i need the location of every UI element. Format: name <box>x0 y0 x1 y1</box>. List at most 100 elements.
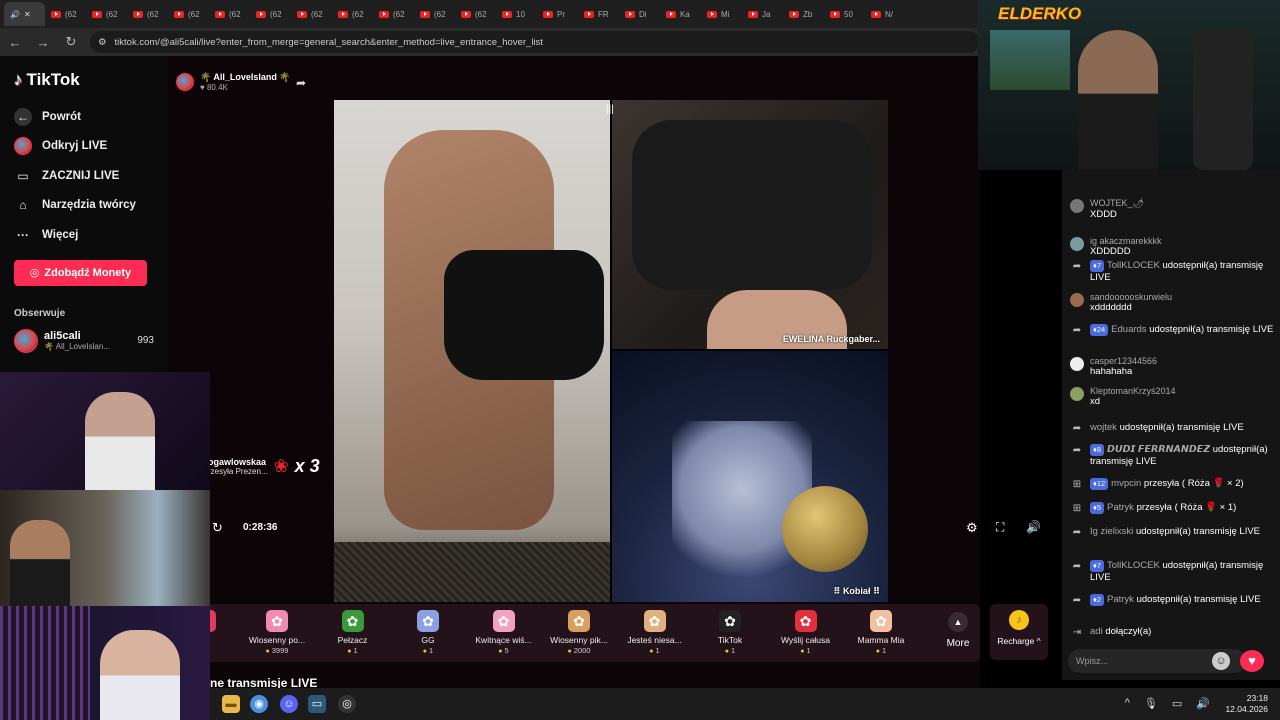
file-explorer-icon[interactable]: ▬ <box>222 695 240 713</box>
live-video[interactable]: EWELINA Ruckgaber... ⠿ Kobiał ⠿ ||| <box>334 100 888 602</box>
chat-username[interactable]: KleptomanKrzyś2014 <box>1090 386 1176 396</box>
site-info-icon[interactable]: ⚙ <box>98 37 107 48</box>
gift-item[interactable]: ✿ Wiosenny po...3999 <box>240 610 314 655</box>
browser-tab[interactable]: Pr <box>537 2 578 26</box>
volume-icon[interactable]: 🔊 <box>1026 520 1041 534</box>
gift-item[interactable]: ✿ GG1 <box>391 610 465 655</box>
sidebar-item-creator-tools[interactable]: ⌂ Narzędzia twórcy <box>14 191 154 221</box>
chat-username[interactable]: wojtek <box>1090 422 1117 433</box>
gift-sender: ogawlowskaa <box>208 457 267 467</box>
browser-tab[interactable]: Mi <box>701 2 742 26</box>
close-icon[interactable]: ✕ <box>24 10 31 19</box>
browser-tab[interactable]: N/ <box>865 2 906 26</box>
browser-tab[interactable]: FR <box>578 2 619 26</box>
chat-username[interactable]: 𝘿𝙐𝘿𝙄 𝙁𝙀𝙍𝙍𝙉𝘼𝙉𝘿𝙀𝙕 <box>1107 444 1210 455</box>
clock[interactable]: 23:18 12.04.2026 <box>1225 693 1268 715</box>
browser-tab[interactable]: Zb <box>783 2 824 26</box>
youtube-icon <box>133 10 143 18</box>
browser-tab[interactable]: Ja <box>742 2 783 26</box>
chat-username[interactable]: WOJTEK_🌶 <box>1090 198 1144 209</box>
youtube-icon <box>666 10 676 18</box>
sidebar-item-discover-live[interactable]: Odkryj LIVE <box>14 132 154 162</box>
forward-arrow-icon[interactable]: → <box>34 33 52 51</box>
browser-tab[interactable]: 50 <box>824 2 865 26</box>
chat-username[interactable]: mvpcin <box>1111 478 1141 489</box>
avatar[interactable] <box>1070 357 1084 371</box>
chat-username[interactable]: ig akaczmarekkkk <box>1090 236 1162 246</box>
gift-item[interactable]: ✿ Wiosenny pik...2000 <box>542 610 616 655</box>
speaker-icon[interactable]: 🔊 <box>1196 697 1210 710</box>
get-coins-button[interactable]: ◎ Zdobądź Monety <box>14 259 147 286</box>
gift-item[interactable]: ✿ Wyślij całusa1 <box>769 610 843 655</box>
browser-tab[interactable]: (62 <box>209 2 250 26</box>
browser-tab[interactable]: Ka <box>660 2 701 26</box>
tab-label: Zb <box>803 9 813 19</box>
chat-username[interactable]: Ig zielixski <box>1090 526 1133 537</box>
audio-bars-icon[interactable]: ||| <box>606 104 614 115</box>
sidebar-item-more[interactable]: ··· Więcej <box>14 220 154 250</box>
gift-item[interactable]: ✿ Kwitnące wiś...5 <box>467 610 541 655</box>
chat-username[interactable]: Patryk <box>1107 594 1134 605</box>
live-avatar-icon <box>14 137 32 156</box>
chat-username[interactable]: adi <box>1090 626 1103 637</box>
tab-active[interactable]: 🔊 ✕ <box>4 2 45 26</box>
chat-username[interactable]: sandoooooskurwielu <box>1090 292 1172 302</box>
obs-icon[interactable]: ◎ <box>338 695 356 713</box>
browser-tab[interactable]: (62 <box>455 2 496 26</box>
reload-icon[interactable]: ↻ <box>62 33 80 51</box>
gift-name: TikTok <box>717 635 743 645</box>
emoji-icon[interactable]: ☺ <box>1212 652 1230 670</box>
discord-icon[interactable]: ☺ <box>280 695 298 713</box>
avatar[interactable] <box>1070 387 1084 401</box>
system-tray: ^ 🎙 ▭ 🔊 <box>1125 697 1210 710</box>
browser-tab[interactable]: (62 <box>373 2 414 26</box>
browser-tab[interactable]: (62 <box>291 2 332 26</box>
browser-tab[interactable]: (62 <box>250 2 291 26</box>
gift-item[interactable]: ✿ Jesteś niesa...1 <box>618 610 692 655</box>
avatar[interactable] <box>1070 199 1084 213</box>
browser-tab[interactable]: Di <box>619 2 660 26</box>
avatar[interactable] <box>1070 293 1084 307</box>
tab-label: Mi <box>721 9 730 19</box>
gift-item[interactable]: ✿ TikTok1 <box>693 610 767 655</box>
heart-icon[interactable]: ♥ <box>1240 650 1264 672</box>
browser-tab[interactable]: (62 <box>45 2 86 26</box>
chat-message: ➦ Ig zielixski udostępnił(a) transmisję L… <box>1070 526 1276 540</box>
microphone-icon[interactable]: 🎙 <box>1144 697 1158 710</box>
network-icon[interactable]: ▭ <box>1172 697 1182 710</box>
replay-icon[interactable]: ↻ <box>212 520 223 536</box>
ellipsis-icon: ··· <box>17 227 29 242</box>
browser-tab[interactable]: (62 <box>127 2 168 26</box>
chat-message: ➦ ♦2 Patryk udostępnił(a) transmisję LIVE <box>1070 594 1276 608</box>
host-avatar[interactable] <box>176 73 194 91</box>
browser-tab[interactable]: (62 <box>86 2 127 26</box>
avatar[interactable] <box>1070 237 1084 251</box>
gift-price: 1 <box>693 646 767 655</box>
url-field[interactable]: ⚙ tiktok.com/@ali5cali/live?enter_from_m… <box>90 31 980 53</box>
share-icon[interactable]: ➦ <box>296 76 306 90</box>
back-arrow-icon[interactable]: ← <box>6 33 24 51</box>
back-button[interactable]: ← Powrót <box>14 102 154 132</box>
browser-tab[interactable]: 10 <box>496 2 537 26</box>
host-info[interactable]: 🌴 All_LoveIsland 🌴 ♥ 80.4K <box>176 72 291 92</box>
following-item[interactable]: ali5cali 🌴 All_LoveIslan... 993 <box>14 328 154 353</box>
chrome-icon[interactable]: ◉ <box>250 695 268 713</box>
settings-icon[interactable]: ⚙ <box>966 520 978 536</box>
sidebar-item-go-live[interactable]: ▭ ZACZNIJ LIVE <box>14 161 154 191</box>
chat-username[interactable]: TollKLOCEK <box>1107 260 1160 271</box>
browser-tab[interactable]: (62 <box>168 2 209 26</box>
tiktok-logo[interactable]: ♪ TikTok <box>14 70 154 90</box>
terminal-icon[interactable]: ▭ <box>308 695 326 713</box>
chat-username[interactable]: Eduards <box>1111 324 1146 335</box>
gift-item[interactable]: ✿ Mamma Mia1 <box>844 610 918 655</box>
chat-username[interactable]: Patryk <box>1107 502 1134 513</box>
chat-username[interactable]: TollKLOCEK <box>1107 560 1160 571</box>
browser-tab[interactable]: (62 <box>332 2 373 26</box>
browser-tab[interactable]: (62 <box>414 2 455 26</box>
gift-item[interactable]: ✿ Pełzacz1 <box>316 610 390 655</box>
tray-chevron-icon[interactable]: ^ <box>1125 697 1130 710</box>
chat-username[interactable]: casper12344566 <box>1090 356 1157 366</box>
more-gifts-button[interactable]: ▲ More <box>943 612 973 649</box>
recharge-button[interactable]: ♪ Recharge ^ <box>990 604 1048 660</box>
fullscreen-icon[interactable]: ⛶ <box>996 520 1004 535</box>
